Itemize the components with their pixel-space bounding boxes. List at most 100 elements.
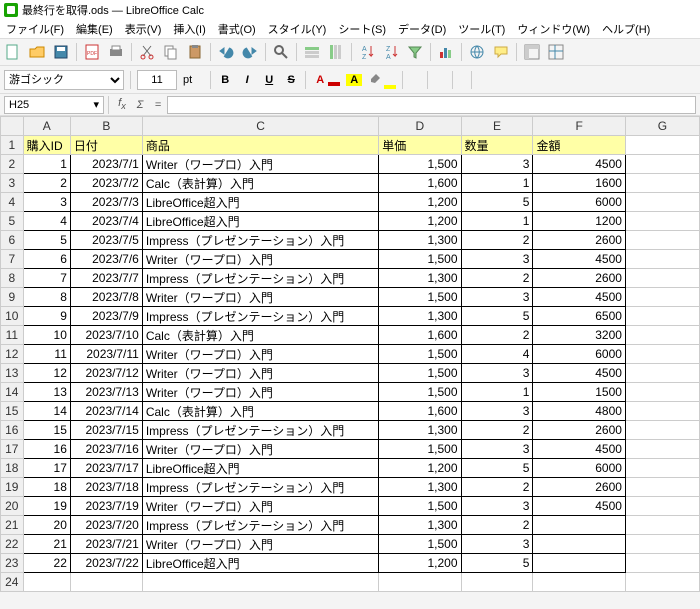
- cell[interactable]: 2023/7/14: [70, 402, 142, 421]
- print-icon[interactable]: [107, 43, 125, 61]
- cell[interactable]: 4500: [533, 364, 626, 383]
- formula-input[interactable]: [167, 96, 696, 114]
- cell[interactable]: 15: [23, 421, 70, 440]
- cell[interactable]: 2: [461, 516, 533, 535]
- cell[interactable]: 3200: [533, 326, 626, 345]
- cell[interactable]: Calc（表計算）入門: [142, 326, 378, 345]
- menu-item[interactable]: ウィンドウ(W): [517, 21, 590, 37]
- paste-icon[interactable]: [186, 43, 204, 61]
- cell[interactable]: 2023/7/3: [70, 193, 142, 212]
- row-header[interactable]: 10: [1, 307, 24, 326]
- cell[interactable]: Writer（ワープロ）入門: [142, 250, 378, 269]
- menu-item[interactable]: データ(D): [398, 21, 446, 37]
- cell[interactable]: 1: [461, 174, 533, 193]
- cell[interactable]: 3: [461, 288, 533, 307]
- cell[interactable]: 1: [23, 155, 70, 174]
- menu-item[interactable]: ツール(T): [458, 21, 505, 37]
- row-header[interactable]: 13: [1, 364, 24, 383]
- cell[interactable]: 1,300: [379, 421, 461, 440]
- row-header[interactable]: 3: [1, 174, 24, 193]
- cell[interactable]: Impress（プレゼンテーション）入門: [142, 307, 378, 326]
- cell[interactable]: 16: [23, 440, 70, 459]
- cell[interactable]: 2023/7/4: [70, 212, 142, 231]
- cell[interactable]: 1,300: [379, 516, 461, 535]
- cell[interactable]: 2023/7/17: [70, 459, 142, 478]
- cell[interactable]: 3: [461, 250, 533, 269]
- cell[interactable]: 1,300: [379, 478, 461, 497]
- menu-item[interactable]: 書式(O): [218, 21, 256, 37]
- cell[interactable]: Writer（ワープロ）入門: [142, 155, 378, 174]
- cell[interactable]: 1,200: [379, 459, 461, 478]
- cell[interactable]: 1,500: [379, 345, 461, 364]
- sort-desc-icon[interactable]: ZA: [382, 43, 400, 61]
- menu-item[interactable]: 表示(V): [125, 21, 162, 37]
- cell[interactable]: Writer（ワープロ）入門: [142, 364, 378, 383]
- cell[interactable]: 2023/7/13: [70, 383, 142, 402]
- cell[interactable]: 3: [461, 402, 533, 421]
- font-name-select[interactable]: 游ゴシック: [4, 70, 124, 90]
- save-icon[interactable]: [52, 43, 70, 61]
- cell[interactable]: 2023/7/19: [70, 497, 142, 516]
- cell[interactable]: 3: [461, 364, 533, 383]
- sort-asc-icon[interactable]: AZ: [358, 43, 376, 61]
- cell[interactable]: 8: [23, 288, 70, 307]
- cell[interactable]: 金額: [533, 136, 626, 155]
- cell[interactable]: [533, 554, 626, 573]
- cell[interactable]: 1600: [533, 174, 626, 193]
- cell[interactable]: 4500: [533, 497, 626, 516]
- cell[interactable]: Impress（プレゼンテーション）入門: [142, 421, 378, 440]
- cell[interactable]: 単価: [379, 136, 461, 155]
- cell[interactable]: 21: [23, 535, 70, 554]
- name-box[interactable]: H25▾: [4, 96, 104, 114]
- cell[interactable]: 4800: [533, 402, 626, 421]
- cell[interactable]: 1,500: [379, 250, 461, 269]
- col-header[interactable]: C: [142, 117, 378, 136]
- cell[interactable]: 4500: [533, 155, 626, 174]
- cell[interactable]: [142, 573, 378, 592]
- row-header[interactable]: 23: [1, 554, 24, 573]
- menu-item[interactable]: シート(S): [338, 21, 386, 37]
- cell[interactable]: 1,500: [379, 155, 461, 174]
- cell[interactable]: 2023/7/18: [70, 478, 142, 497]
- cell[interactable]: Writer（ワープロ）入門: [142, 288, 378, 307]
- bg-color-button[interactable]: [368, 70, 396, 89]
- cell[interactable]: 9: [23, 307, 70, 326]
- cell[interactable]: 2023/7/6: [70, 250, 142, 269]
- cell[interactable]: 1,500: [379, 383, 461, 402]
- cell[interactable]: 1: [461, 383, 533, 402]
- col-header[interactable]: F: [533, 117, 626, 136]
- cell[interactable]: 6000: [533, 459, 626, 478]
- row-header[interactable]: 16: [1, 421, 24, 440]
- chart-icon[interactable]: [437, 43, 455, 61]
- cell[interactable]: Writer（ワープロ）入門: [142, 345, 378, 364]
- undo-icon[interactable]: [217, 43, 235, 61]
- cell[interactable]: 5: [461, 193, 533, 212]
- row-header[interactable]: 7: [1, 250, 24, 269]
- cell[interactable]: Impress（プレゼンテーション）入門: [142, 231, 378, 250]
- cell[interactable]: 2600: [533, 269, 626, 288]
- cell[interactable]: 3: [23, 193, 70, 212]
- filter-icon[interactable]: [406, 43, 424, 61]
- select-all-corner[interactable]: [1, 117, 24, 136]
- open-icon[interactable]: [28, 43, 46, 61]
- new-icon[interactable]: [4, 43, 22, 61]
- row-header[interactable]: 9: [1, 288, 24, 307]
- cell[interactable]: 20: [23, 516, 70, 535]
- comment-icon[interactable]: [492, 43, 510, 61]
- col-header[interactable]: E: [461, 117, 533, 136]
- cell[interactable]: 3: [461, 535, 533, 554]
- row-header[interactable]: 4: [1, 193, 24, 212]
- cell[interactable]: LibreOffice超入門: [142, 212, 378, 231]
- cell[interactable]: LibreOffice超入門: [142, 193, 378, 212]
- row-header[interactable]: 15: [1, 402, 24, 421]
- menu-item[interactable]: ファイル(F): [6, 21, 64, 37]
- cell[interactable]: 2: [461, 231, 533, 250]
- cell[interactable]: 19: [23, 497, 70, 516]
- col-header[interactable]: A: [23, 117, 70, 136]
- underline-button[interactable]: U: [261, 74, 277, 86]
- cell[interactable]: 13: [23, 383, 70, 402]
- cell[interactable]: 1,200: [379, 193, 461, 212]
- cell[interactable]: 2023/7/5: [70, 231, 142, 250]
- cell[interactable]: 2023/7/10: [70, 326, 142, 345]
- cell[interactable]: 3: [461, 155, 533, 174]
